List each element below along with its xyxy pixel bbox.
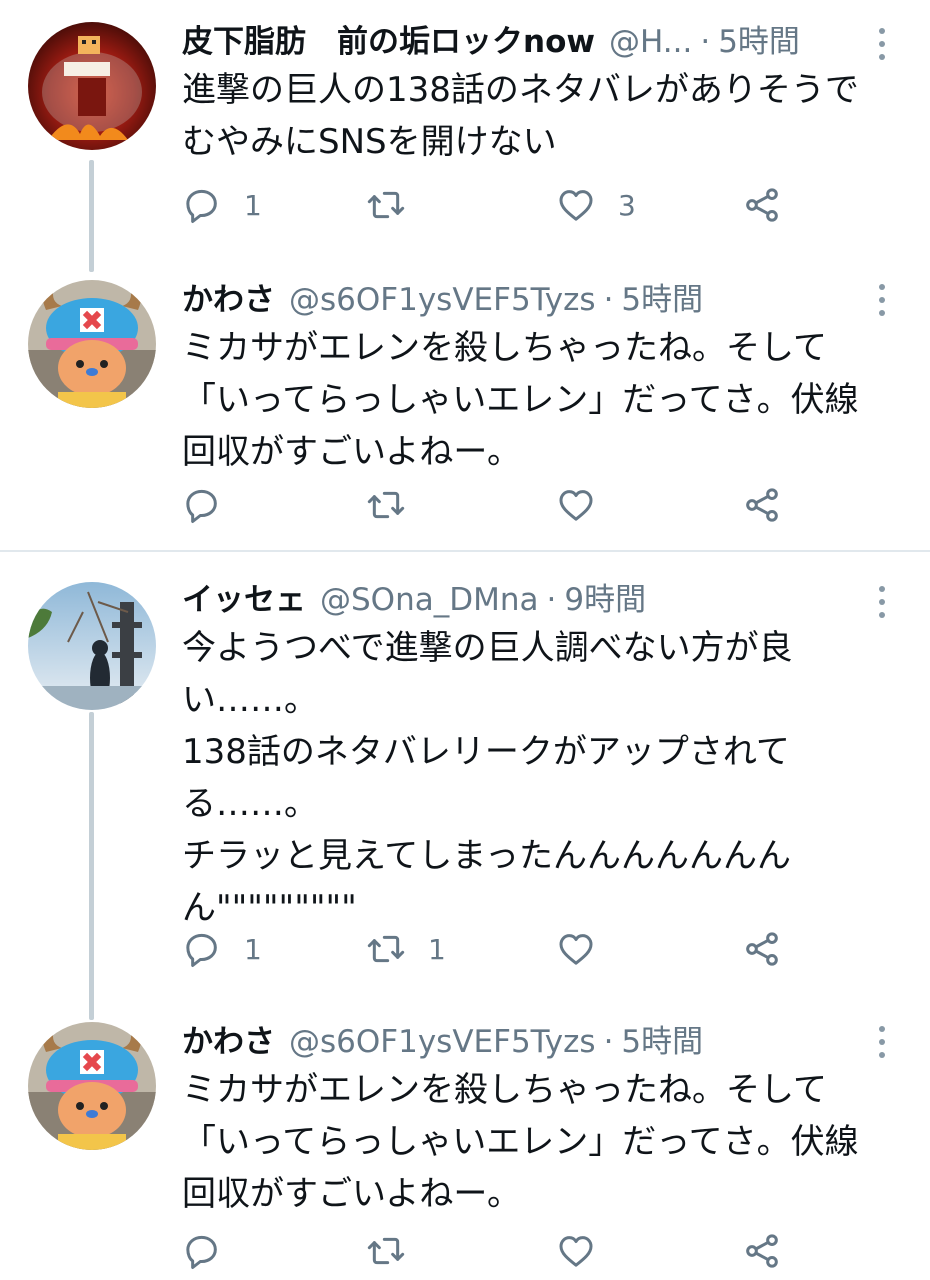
- retweet-icon: [366, 485, 406, 525]
- tweet-2[interactable]: かわさ @s6OF1ysVEF5Tyzs · 5時間 ミカサがエレンを殺しちゃっ…: [0, 262, 930, 550]
- separator-dot: ·: [603, 1024, 614, 1060]
- action-bar: [182, 1226, 802, 1276]
- separator-dot: ·: [546, 582, 557, 618]
- share-button[interactable]: [742, 1226, 782, 1276]
- share-button[interactable]: [742, 180, 782, 230]
- more-options-icon[interactable]: [872, 582, 892, 622]
- tweet-text: ミカサがエレンを殺しちゃったね。そして 「いってらっしゃいエレン」だってさ。伏線…: [182, 328, 859, 472]
- reply-icon: [182, 485, 222, 525]
- like-button[interactable]: [556, 480, 618, 530]
- reply-count: 1: [244, 932, 262, 966]
- like-count: 3: [618, 188, 636, 222]
- avatar[interactable]: [28, 582, 156, 710]
- avatar[interactable]: [28, 1022, 156, 1150]
- reply-button[interactable]: [182, 480, 244, 530]
- more-options-icon[interactable]: [872, 24, 892, 64]
- tweet-4[interactable]: かわさ @s6OF1ysVEF5Tyzs · 5時間 ミカサがエレンを殺しちゃっ…: [0, 1004, 930, 1280]
- reply-button[interactable]: 1: [182, 924, 262, 974]
- retweet-count: 1: [428, 932, 446, 966]
- user-handle[interactable]: @H...: [609, 18, 692, 66]
- retweet-button[interactable]: [366, 480, 428, 530]
- timestamp[interactable]: 5時間: [718, 18, 800, 66]
- retweet-icon: [366, 1231, 406, 1271]
- like-button[interactable]: 3: [556, 180, 636, 230]
- avatar[interactable]: [28, 280, 156, 408]
- reply-icon: [182, 1231, 222, 1271]
- retweet-button[interactable]: 1: [366, 924, 446, 974]
- display-name[interactable]: かわさ: [182, 276, 275, 324]
- timestamp[interactable]: 5時間: [621, 1018, 703, 1066]
- share-icon: [742, 929, 782, 969]
- tweet-text: ミカサがエレンを殺しちゃったね。そして 「いってらっしゃいエレン」だってさ。伏線…: [182, 1070, 859, 1214]
- avatar[interactable]: [28, 22, 156, 150]
- reply-count: 1: [244, 188, 262, 222]
- reply-icon: [182, 185, 222, 225]
- share-icon: [742, 1231, 782, 1271]
- retweet-icon: [366, 185, 406, 225]
- heart-icon: [556, 485, 596, 525]
- share-icon: [742, 185, 782, 225]
- tree-silhouette-avatar-icon: [28, 582, 156, 710]
- heart-icon: [556, 185, 596, 225]
- retweet-button[interactable]: [366, 180, 428, 230]
- action-bar: 1 1: [182, 924, 802, 974]
- action-bar: [182, 480, 802, 530]
- user-handle[interactable]: @s6OF1ysVEF5Tyzs: [289, 276, 596, 324]
- separator-dot: ·: [700, 24, 711, 60]
- display-name[interactable]: 皮下脂肪 前の垢ロックnow: [182, 18, 595, 66]
- heart-icon: [556, 929, 596, 969]
- fire-character-avatar-icon: [28, 22, 156, 150]
- retweet-icon: [366, 929, 406, 969]
- timestamp[interactable]: 5時間: [621, 276, 703, 324]
- tweet-text: 進撃の巨人の138話のネタバレがありそうで むやみにSNSを開けない: [182, 70, 859, 162]
- share-button[interactable]: [742, 480, 782, 530]
- action-bar: 1 3: [182, 180, 802, 230]
- like-button[interactable]: [556, 1226, 618, 1276]
- more-options-icon[interactable]: [872, 1022, 892, 1062]
- retweet-button[interactable]: [366, 1226, 428, 1276]
- heart-icon: [556, 1231, 596, 1271]
- user-handle[interactable]: @s6OF1ysVEF5Tyzs: [289, 1018, 596, 1066]
- tweet-1[interactable]: 皮下脂肪 前の垢ロックnow @H... · 5時間 進撃の巨人の138話のネタ…: [0, 0, 930, 260]
- share-icon: [742, 485, 782, 525]
- chopper-mascot-avatar-icon: [28, 1022, 156, 1150]
- reply-icon: [182, 929, 222, 969]
- separator-dot: ·: [603, 282, 614, 318]
- share-button[interactable]: [742, 924, 782, 974]
- reply-button[interactable]: 1: [182, 180, 262, 230]
- tweet-text: 今ようつべで進撃の巨人調べない方が良 い……。 138話のネタバレリークがアップ…: [182, 628, 793, 928]
- user-handle[interactable]: @SOna_DMna: [320, 576, 538, 624]
- tweet-3[interactable]: イッセェ @SOna_DMna · 9時間 今ようつべで進撃の巨人調べない方が良…: [0, 552, 930, 1002]
- thread-1: 皮下脂肪 前の垢ロックnow @H... · 5時間 進撃の巨人の138話のネタ…: [0, 0, 930, 550]
- like-button[interactable]: [556, 924, 618, 974]
- more-options-icon[interactable]: [872, 280, 892, 320]
- reply-button[interactable]: [182, 1226, 244, 1276]
- display-name[interactable]: かわさ: [182, 1018, 275, 1066]
- timestamp[interactable]: 9時間: [564, 576, 646, 624]
- thread-2: イッセェ @SOna_DMna · 9時間 今ようつべで進撃の巨人調べない方が良…: [0, 552, 930, 1280]
- display-name[interactable]: イッセェ: [182, 576, 306, 624]
- chopper-mascot-avatar-icon: [28, 280, 156, 408]
